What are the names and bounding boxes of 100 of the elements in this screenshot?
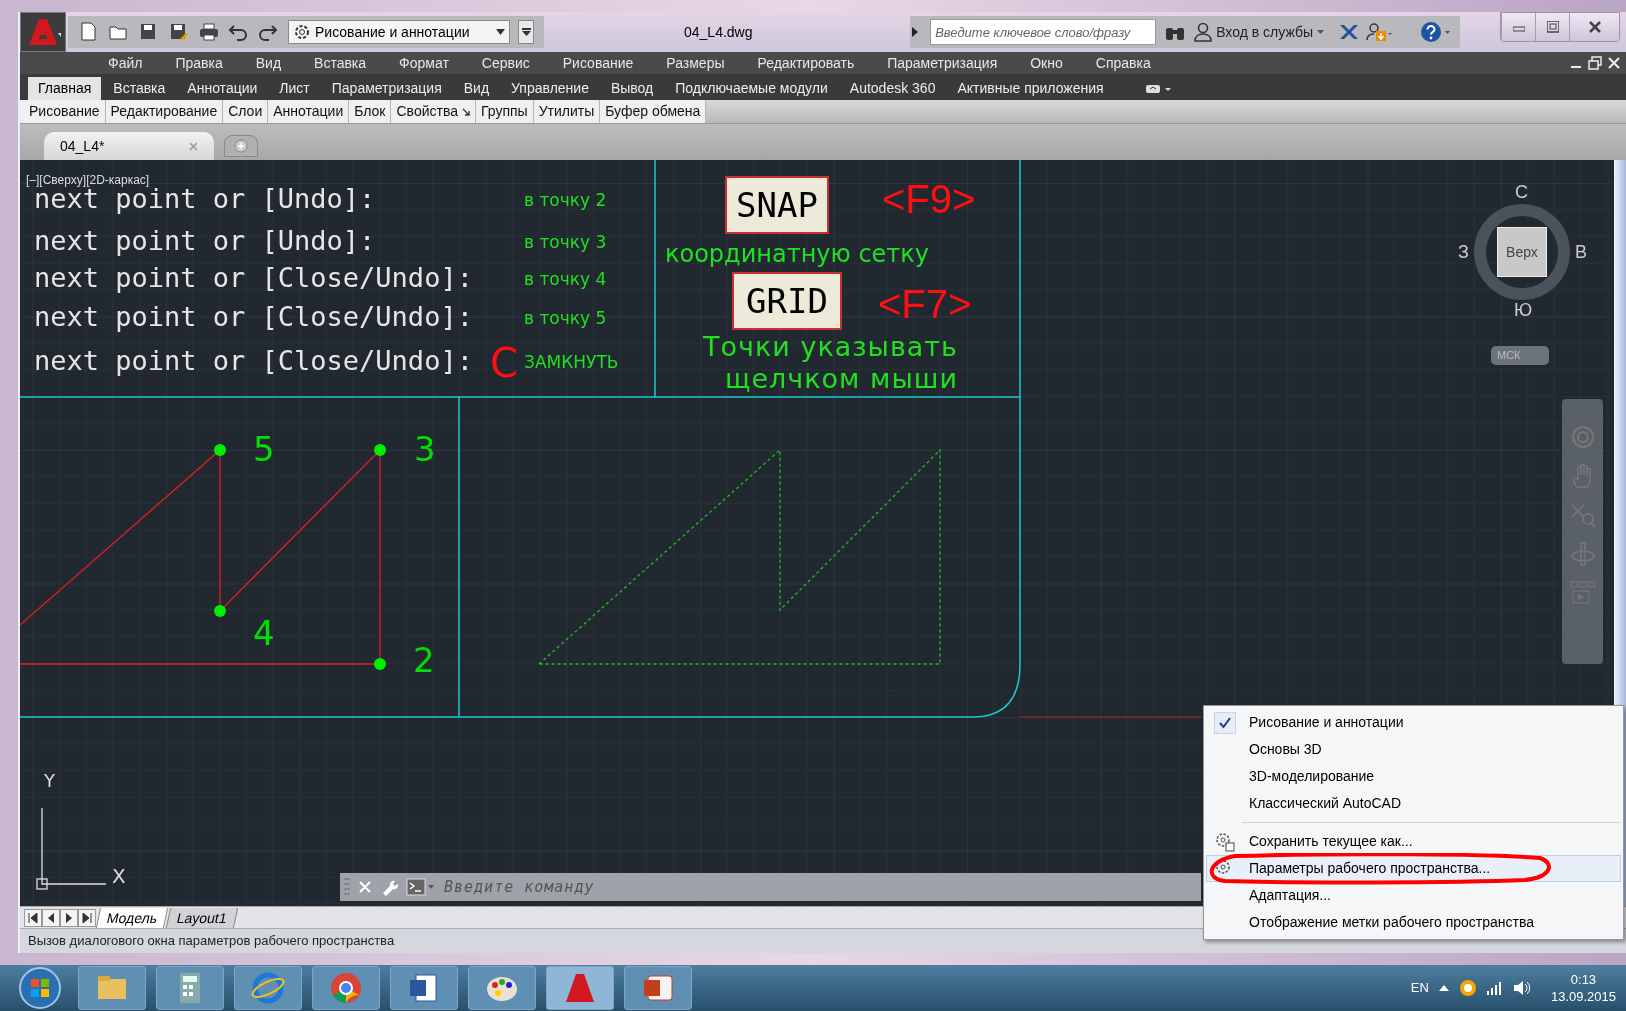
ribbon-tab[interactable]: Управление bbox=[501, 77, 599, 100]
menu-item[interactable]: Редактировать bbox=[741, 52, 871, 74]
grip-handle-icon[interactable] bbox=[344, 877, 350, 897]
menu-item[interactable]: 3D-моделирование bbox=[1206, 763, 1621, 790]
axis-label: X bbox=[112, 866, 126, 886]
customize-toolbar-button[interactable] bbox=[518, 20, 534, 44]
new-tab-button[interactable] bbox=[224, 135, 258, 157]
command-history-line: next point or [Close/Undo]: bbox=[34, 264, 473, 291]
taskbar-app-button[interactable] bbox=[624, 966, 692, 1010]
compass-label[interactable]: В bbox=[1575, 243, 1587, 261]
close-icon[interactable] bbox=[1588, 21, 1601, 33]
sign-in-button[interactable]: Вход в службы bbox=[1194, 21, 1324, 43]
ribbon-tab[interactable]: Главная bbox=[28, 77, 102, 100]
ribbon-tab[interactable]: Параметризация bbox=[321, 77, 452, 100]
ribbon-toggle-icon[interactable] bbox=[1145, 82, 1172, 95]
viewport-label[interactable]: [–][Сверху][2D-каркас] bbox=[26, 174, 150, 186]
signal-icon[interactable] bbox=[1486, 981, 1503, 995]
ribbon-panel-button[interactable]: Группы bbox=[475, 100, 534, 123]
typed-command-text: C bbox=[490, 343, 518, 383]
taskbar-app-button[interactable] bbox=[468, 966, 536, 1010]
taskbar-app-button[interactable] bbox=[156, 966, 224, 1010]
ribbon-panel-button[interactable]: Свойства bbox=[391, 100, 476, 123]
menu-item[interactable]: Файл bbox=[92, 52, 159, 74]
ribbon-tab[interactable]: Autodesk 360 bbox=[839, 77, 946, 100]
help-icon[interactable] bbox=[1420, 21, 1450, 43]
maximize-icon[interactable] bbox=[1546, 21, 1559, 33]
drawing-caption: Точки указывать bbox=[703, 333, 958, 360]
clock-time[interactable]: 0:13 bbox=[1570, 971, 1597, 988]
ribbon-tab[interactable]: Лист bbox=[269, 77, 320, 100]
viewcube-face[interactable]: Верх bbox=[1497, 227, 1547, 277]
gear-icon bbox=[293, 23, 311, 41]
command-input-field[interactable]: Введите команду bbox=[444, 875, 1201, 899]
minimize-button[interactable] bbox=[1501, 13, 1535, 41]
taskbar-app-button[interactable] bbox=[312, 966, 380, 1010]
menu-item[interactable]: Рисование bbox=[546, 52, 650, 74]
gear-save-icon bbox=[1215, 831, 1235, 852]
compass-label[interactable]: С bbox=[1515, 183, 1528, 201]
menu-item[interactable]: Основы 3D bbox=[1206, 736, 1621, 763]
menu-item[interactable]: Вставка bbox=[298, 52, 383, 74]
workspace-dropdown[interactable]: Рисование и аннотации bbox=[288, 20, 510, 44]
ribbon-panel-button[interactable]: Блок bbox=[349, 100, 392, 123]
expand-arrow-icon[interactable] bbox=[912, 27, 919, 37]
point-label: 4 bbox=[253, 616, 275, 650]
menu-item[interactable]: Сервис bbox=[465, 52, 546, 74]
menu-item[interactable]: Вид bbox=[239, 52, 298, 74]
layout-tab[interactable]: Модель bbox=[95, 907, 169, 928]
menu-item[interactable]: Классический AutoCAD bbox=[1206, 790, 1621, 817]
launcher-arrow-icon bbox=[461, 107, 470, 116]
clock-date[interactable]: 13.09.2015 bbox=[1550, 988, 1616, 1005]
menu-item[interactable]: Формат bbox=[383, 52, 465, 74]
compass-label[interactable]: Ю bbox=[1514, 301, 1533, 319]
ribbon-tab[interactable]: Подключаемые модули bbox=[665, 77, 838, 100]
ribbon-tab[interactable]: Аннотации bbox=[177, 77, 268, 100]
ucs-axes-icon bbox=[36, 807, 107, 890]
show-hidden-icons-icon[interactable] bbox=[1438, 984, 1449, 992]
menu-item[interactable]: Рисование и аннотации bbox=[1206, 709, 1621, 736]
plus-icon[interactable] bbox=[234, 139, 248, 153]
compass-label[interactable]: З bbox=[1458, 243, 1469, 261]
speaker-icon[interactable] bbox=[1512, 980, 1531, 996]
step-note: в точку 2 bbox=[524, 192, 607, 209]
save-as-icon[interactable] bbox=[168, 21, 190, 43]
step-note: в точку 4 bbox=[524, 271, 607, 288]
search-field[interactable]: Введите ключевое слово/фразу bbox=[930, 19, 1157, 45]
ribbon-panel-button[interactable]: Аннотации bbox=[268, 100, 350, 123]
download-user-icon[interactable] bbox=[1366, 22, 1392, 42]
language-indicator[interactable]: EN bbox=[1410, 978, 1429, 998]
ribbon-panel-button[interactable]: Редактирование bbox=[105, 100, 224, 123]
ribbon-panel-button[interactable]: Рисование bbox=[24, 100, 106, 123]
document-title: 04_L4.dwg bbox=[684, 22, 753, 42]
application-menu-button[interactable] bbox=[20, 12, 66, 52]
point-label: 2 bbox=[413, 643, 435, 677]
menu-item[interactable]: Сохранить текущее как... bbox=[1206, 828, 1621, 855]
tab-first-icon[interactable] bbox=[27, 911, 39, 924]
file-tab[interactable]: 04_L4* bbox=[44, 132, 214, 160]
menu-item[interactable]: Параметризация bbox=[871, 52, 1014, 74]
taskbar-app-button[interactable] bbox=[390, 966, 458, 1010]
print-icon[interactable] bbox=[198, 21, 220, 43]
ribbon-panel-button[interactable]: Буфер обмена bbox=[600, 100, 707, 123]
command-prompt-icon[interactable] bbox=[406, 878, 436, 896]
layout-tab[interactable]: Layout1 bbox=[166, 907, 239, 928]
ribbon-panel-button[interactable]: Утилиты bbox=[533, 100, 601, 123]
menu-item[interactable]: Размеры bbox=[650, 52, 741, 74]
menu-item[interactable]: Отображение метки рабочего пространства bbox=[1206, 909, 1621, 936]
maximize-button[interactable] bbox=[1535, 13, 1569, 41]
close-button[interactable] bbox=[1569, 13, 1619, 41]
menu-item[interactable]: Адаптация... bbox=[1206, 882, 1621, 909]
ribbon-tab[interactable]: Вывод bbox=[600, 77, 664, 100]
ribbon-tab[interactable]: Вставка bbox=[103, 77, 176, 100]
tray-app-icon[interactable] bbox=[1458, 979, 1477, 997]
ribbon-panel-button[interactable]: Слои bbox=[223, 100, 269, 123]
menu-item[interactable]: Правка bbox=[159, 52, 239, 74]
command-history-line: next point or [Close/Undo]: bbox=[34, 347, 473, 374]
restore-icon[interactable] bbox=[1588, 56, 1602, 70]
tab-last-icon[interactable] bbox=[81, 911, 93, 924]
menu-item[interactable]: Справка bbox=[1079, 52, 1167, 74]
ribbon-tab[interactable]: Вид bbox=[453, 77, 500, 100]
exchange-apps-icon[interactable] bbox=[1338, 23, 1358, 41]
menu-item[interactable]: Окно bbox=[1014, 52, 1079, 74]
ribbon-tab[interactable]: Активные приложения bbox=[947, 77, 1114, 100]
point-label: 3 bbox=[414, 432, 436, 466]
